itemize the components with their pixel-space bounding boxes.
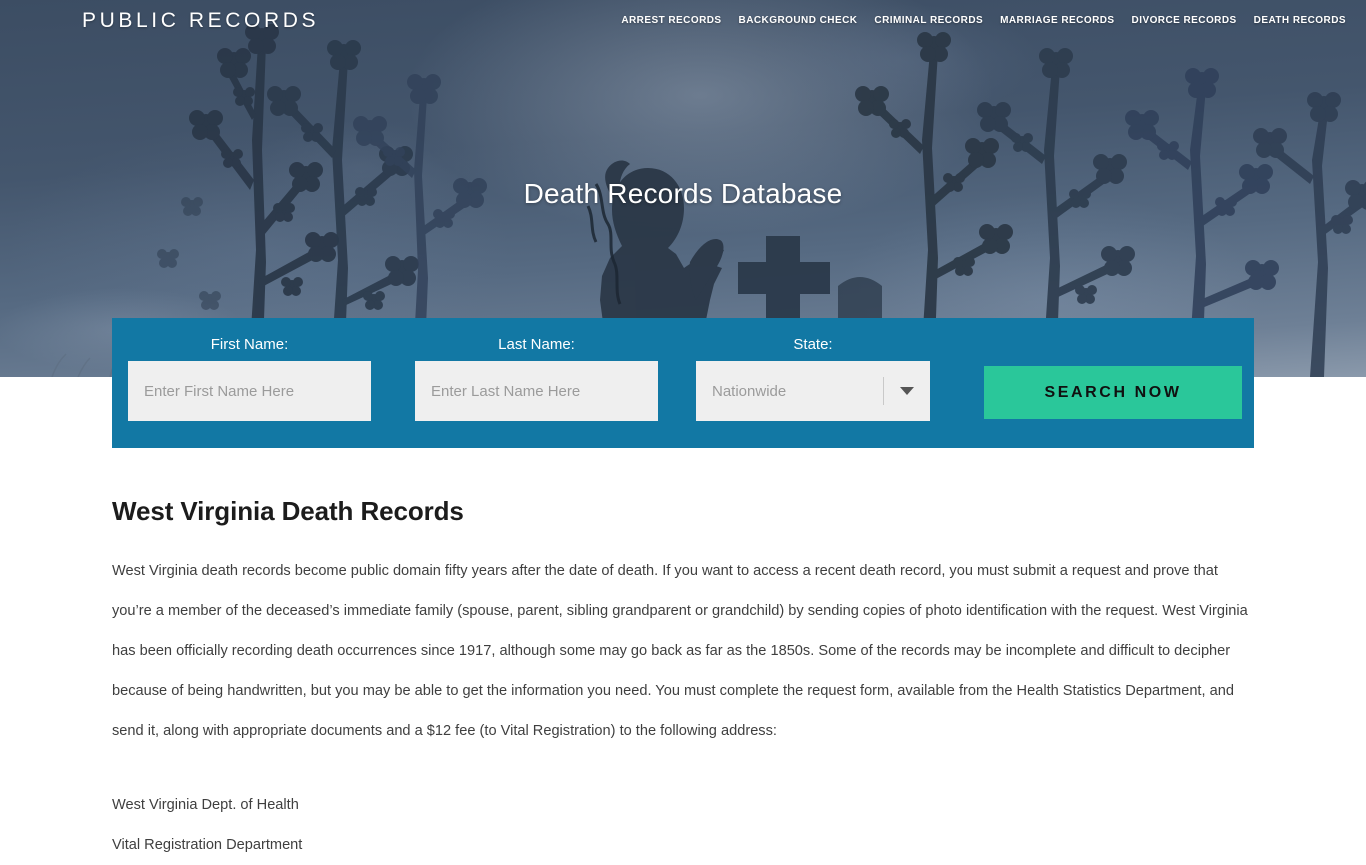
nav-item-marriage-records[interactable]: MARRIAGE RECORDS [1000,15,1114,26]
site-header: PUBLIC RECORDS ARREST RECORDS BACKGROUND… [0,0,1366,46]
last-name-field-group: Last Name: [415,336,658,421]
main-content: West Virginia Death Records West Virgini… [0,448,1366,865]
nav-item-arrest-records[interactable]: ARREST RECORDS [621,15,721,26]
chevron-down-icon [900,387,914,395]
content-paragraph: West Virginia death records become publi… [112,563,1248,739]
records-search-form: First Name: Last Name: State: Nationwide… [112,318,1254,448]
last-name-input[interactable] [415,361,658,421]
content-heading: West Virginia Death Records [112,496,464,526]
last-name-label: Last Name: [498,336,575,353]
state-select[interactable]: Nationwide [696,361,930,421]
address-line: Vital Registration Department [112,837,303,853]
first-name-field-group: First Name: [128,336,371,421]
select-divider [883,377,884,405]
site-logo[interactable]: PUBLIC RECORDS [82,9,319,33]
state-label: State: [793,336,833,353]
nav-item-death-records[interactable]: DEATH RECORDS [1254,15,1346,26]
main-navigation: ARREST RECORDS BACKGROUND CHECK CRIMINAL… [621,15,1346,26]
first-name-label: First Name: [210,336,289,353]
state-field-group: State: Nationwide [696,336,930,421]
search-now-button[interactable]: SEARCH NOW [984,366,1242,419]
nav-item-criminal-records[interactable]: CRIMINAL RECORDS [874,15,983,26]
page-title: Death Records Database [523,178,843,209]
address-line: West Virginia Dept. of Health [112,797,299,813]
nav-item-background-check[interactable]: BACKGROUND CHECK [739,15,858,26]
first-name-input[interactable] [128,361,371,421]
state-selected-value: Nationwide [712,382,787,400]
mailing-address-block: West Virginia Dept. of Health Vital Regi… [112,785,1254,865]
nav-item-divorce-records[interactable]: DIVORCE RECORDS [1132,15,1237,26]
